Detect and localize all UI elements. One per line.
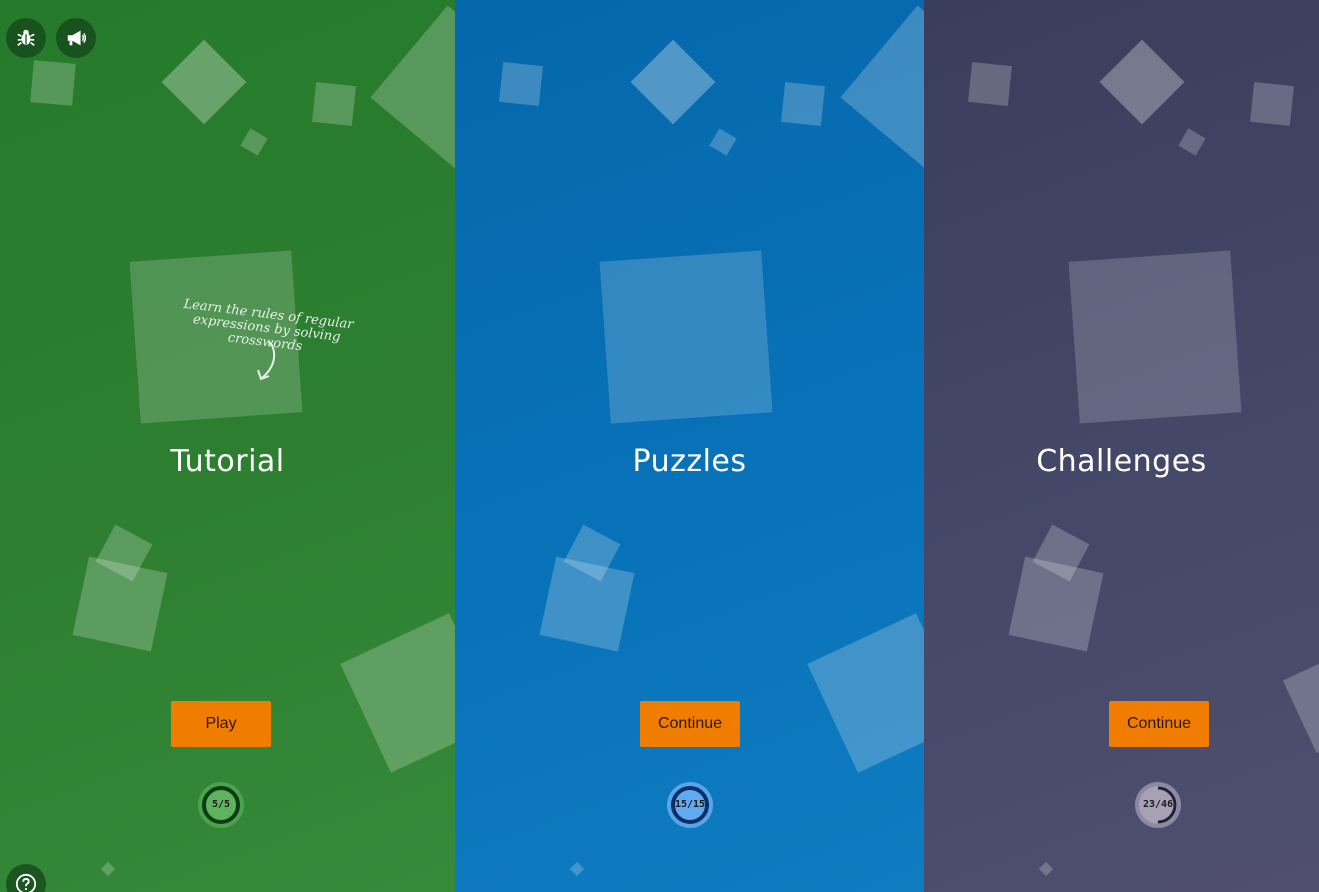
progress-label: 23/46	[1142, 799, 1174, 810]
decor-square	[1068, 250, 1242, 424]
puzzles-progress: 15/15	[665, 781, 715, 831]
decor-square	[807, 613, 924, 773]
panel-title-puzzles: Puzzles	[632, 444, 747, 479]
bug-icon	[17, 29, 35, 46]
decor-square	[30, 60, 76, 106]
panel-title-challenges: Challenges	[1036, 444, 1207, 479]
bug-report-button[interactable]	[6, 18, 46, 58]
progress-label: 15/15	[674, 799, 706, 810]
decor-square	[161, 39, 247, 125]
decor-square	[599, 250, 773, 424]
decor-square	[1250, 82, 1294, 126]
decor-square	[312, 82, 356, 126]
decor-square	[1282, 646, 1319, 754]
decor-square	[1099, 39, 1185, 125]
decor-square	[240, 128, 268, 156]
play-button[interactable]: Play	[171, 701, 271, 747]
progress-label: 5/5	[211, 799, 231, 810]
tutorial-progress: 5/5	[196, 781, 246, 831]
decor-square	[569, 861, 585, 877]
decor-square	[499, 62, 543, 106]
decor-triangle	[840, 5, 924, 175]
announcements-button[interactable]	[56, 18, 96, 58]
decor-square	[968, 62, 1012, 106]
panel-title-tutorial: Tutorial	[170, 444, 285, 479]
decor-square	[709, 128, 737, 156]
panel-challenges[interactable]: Challenges Continue 23/46	[924, 0, 1319, 892]
curved-arrow-icon	[257, 341, 276, 381]
decor-square	[100, 861, 116, 877]
help-icon	[15, 873, 37, 892]
decor-square	[781, 82, 825, 126]
decor-square	[1178, 128, 1206, 156]
decor-square	[1038, 861, 1054, 877]
continue-button-puzzles[interactable]: Continue	[640, 701, 740, 747]
decor-square	[72, 556, 168, 652]
decor-square	[630, 39, 716, 125]
decor-square	[1008, 556, 1104, 652]
decor-triangle	[370, 5, 455, 175]
continue-button-challenges[interactable]: Continue	[1109, 701, 1209, 747]
panel-tutorial[interactable]: Learn the rules of regular expressions b…	[0, 0, 455, 892]
megaphone-icon	[67, 30, 87, 46]
challenges-progress: 23/46	[1133, 781, 1183, 831]
decor-square	[340, 613, 455, 773]
panel-puzzles[interactable]: Puzzles Continue 15/15	[455, 0, 924, 892]
decor-square	[539, 556, 635, 652]
